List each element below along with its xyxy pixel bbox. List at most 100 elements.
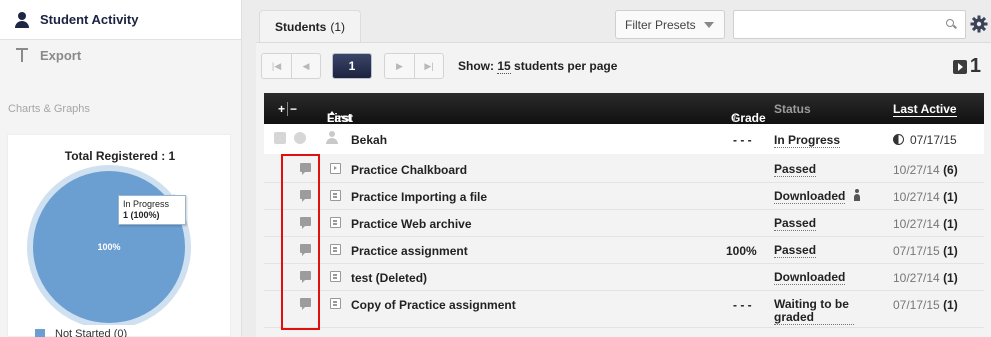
search-input[interactable] xyxy=(734,11,934,37)
student-status[interactable]: In Progress xyxy=(774,133,841,148)
activity-type-icon xyxy=(330,163,341,174)
collapse-all-button[interactable]: − xyxy=(287,102,297,116)
activity-date-value: 07/17/15 xyxy=(893,298,940,312)
next-page-icon: ▶ xyxy=(396,60,403,71)
activity-date-value: 10/27/14 xyxy=(893,271,940,285)
play-box-icon xyxy=(952,59,967,74)
activity-date: 10/27/14 (1) xyxy=(893,217,958,231)
select-checkbox[interactable] xyxy=(274,132,286,144)
expand-collapse-controls: + − xyxy=(278,102,297,116)
clock-icon xyxy=(893,134,904,145)
nav-student-activity-label: Student Activity xyxy=(40,12,139,27)
student-avatar-icon xyxy=(326,131,338,144)
total-count: 1 xyxy=(952,55,981,78)
activity-status[interactable]: Passed xyxy=(774,163,817,177)
activity-row[interactable]: Practice Web archive Passed 10/27/14 (1) xyxy=(264,210,984,237)
activity-status[interactable]: Waiting to be graded xyxy=(774,298,854,325)
activity-name[interactable]: Practice Chalkboard xyxy=(351,163,467,177)
table-header: +− First NameLast Name Grade/ Status Las… xyxy=(264,93,984,140)
activity-name[interactable]: test (Deleted) xyxy=(351,271,427,285)
activity-grade: - - - xyxy=(733,298,752,312)
tooltip-value: 1 (100%) xyxy=(123,210,160,220)
activity-date-value: 10/27/14 xyxy=(893,163,940,177)
nav-export-label: Export xyxy=(40,47,82,63)
activity-status[interactable]: Downloaded xyxy=(774,271,846,285)
activity-attempts: (1) xyxy=(943,298,958,312)
activity-list: Practice Chalkboard Passed 10/27/14 (6) … xyxy=(264,156,984,328)
tab-students[interactable]: Students (1) xyxy=(259,10,361,42)
chart-tooltip: In Progress 1 (100%) xyxy=(118,195,186,225)
export-icon xyxy=(14,47,30,63)
total-count-value: 1 xyxy=(969,55,981,77)
tab-students-label: Students xyxy=(274,19,327,34)
activity-attempts: (1) xyxy=(943,190,958,204)
search-icon[interactable] xyxy=(946,19,956,29)
sidebar: Student Activity Export Charts & Graphs … xyxy=(0,0,242,337)
activity-date-value: 10/27/14 xyxy=(893,217,940,231)
legend-item-not-started[interactable]: Not Started (0) xyxy=(35,328,127,337)
activity-row[interactable]: Practice assignment 100% Passed 07/17/15… xyxy=(264,237,984,264)
chart-title: Total Registered : 1 xyxy=(64,149,176,163)
gear-icon[interactable] xyxy=(970,15,988,33)
activity-row[interactable]: test (Deleted) Downloaded 10/27/14 (1) xyxy=(264,264,984,291)
filter-presets-dropdown[interactable]: Filter Presets xyxy=(615,10,725,39)
pagination: |◀ ◀ 1 ▶ ▶| Show: 15 students per page xyxy=(261,53,617,79)
activity-status[interactable]: Downloaded xyxy=(774,190,846,204)
sort-status[interactable]: Status xyxy=(774,102,811,116)
per-page-suffix: students per page xyxy=(514,59,618,73)
nav-export[interactable]: Export xyxy=(0,40,241,70)
last-page-icon: ▶| xyxy=(424,60,434,71)
activity-date: 10/27/14 (6) xyxy=(893,163,958,177)
activity-name[interactable]: Practice assignment xyxy=(351,244,468,258)
current-page[interactable]: 1 xyxy=(333,54,371,78)
activity-attempts: (1) xyxy=(943,244,958,258)
activity-type-icon xyxy=(330,217,341,228)
prev-page-button[interactable]: ◀ xyxy=(291,53,321,79)
activity-name[interactable]: Practice Web archive xyxy=(351,217,472,231)
activity-type-icon xyxy=(330,298,341,309)
main-content: Students (1) Filter Presets |◀ ◀ 1 ▶ ▶| … xyxy=(242,0,991,337)
filter-presets-label: Filter Presets xyxy=(625,17,696,32)
activity-date: 07/17/15 (1) xyxy=(893,244,958,258)
search-box[interactable] xyxy=(733,10,966,39)
activity-name[interactable]: Copy of Practice assignment xyxy=(351,298,516,312)
per-page-select[interactable]: 15 xyxy=(497,59,511,74)
activity-type-icon xyxy=(330,271,341,282)
activity-name[interactable]: Practice Importing a file xyxy=(351,190,487,204)
nav-student-activity[interactable]: Student Activity xyxy=(0,0,241,40)
comment-column-highlight xyxy=(281,154,320,330)
activity-row[interactable]: Practice Importing a file Downloaded 10/… xyxy=(264,183,984,210)
students-panel: |◀ ◀ 1 ▶ ▶| Show: 15 students per page 1… xyxy=(256,42,991,337)
person-icon xyxy=(14,11,30,28)
column-separator: / xyxy=(733,111,737,125)
activity-grade: 100% xyxy=(726,244,757,258)
show-label: Show: xyxy=(458,59,494,73)
student-upload-icon xyxy=(854,189,860,202)
student-grade: - - - xyxy=(733,133,752,147)
activity-row[interactable]: Practice Chalkboard Passed 10/27/14 (6) xyxy=(264,156,984,183)
activity-row[interactable]: Copy of Practice assignment - - - Waitin… xyxy=(264,291,984,328)
activity-date-value: 10/27/14 xyxy=(893,190,940,204)
student-name[interactable]: Bekah xyxy=(351,133,387,147)
activity-status[interactable]: Passed xyxy=(774,217,817,231)
prev-page-icon: ◀ xyxy=(302,60,310,71)
activity-date-value: 07/17/15 xyxy=(893,244,940,258)
student-row[interactable]: Bekah - - - In Progress 07/17/15 xyxy=(264,124,984,154)
first-page-icon: |◀ xyxy=(271,60,282,71)
per-page-control: Show: 15 students per page xyxy=(458,59,618,74)
tab-students-count: (1) xyxy=(330,19,345,34)
last-page-button[interactable]: ▶| xyxy=(414,53,444,79)
pie-chart: 100% xyxy=(27,165,191,325)
legend-swatch xyxy=(35,329,45,337)
pager-back-group: |◀ ◀ xyxy=(261,53,321,79)
first-page-button[interactable]: |◀ xyxy=(261,53,291,79)
activity-date: 07/17/15 (1) xyxy=(893,298,958,312)
activity-attempts: (1) xyxy=(943,217,958,231)
charts-heading: Charts & Graphs xyxy=(8,103,90,115)
sort-last-active[interactable]: Last Active xyxy=(893,102,957,117)
next-page-button[interactable]: ▶ xyxy=(384,53,414,79)
activity-date: 10/27/14 (1) xyxy=(893,190,958,204)
activity-status[interactable]: Passed xyxy=(774,244,817,258)
pie-slice-label: 100% xyxy=(97,242,120,252)
expand-all-button[interactable]: + xyxy=(278,102,285,116)
